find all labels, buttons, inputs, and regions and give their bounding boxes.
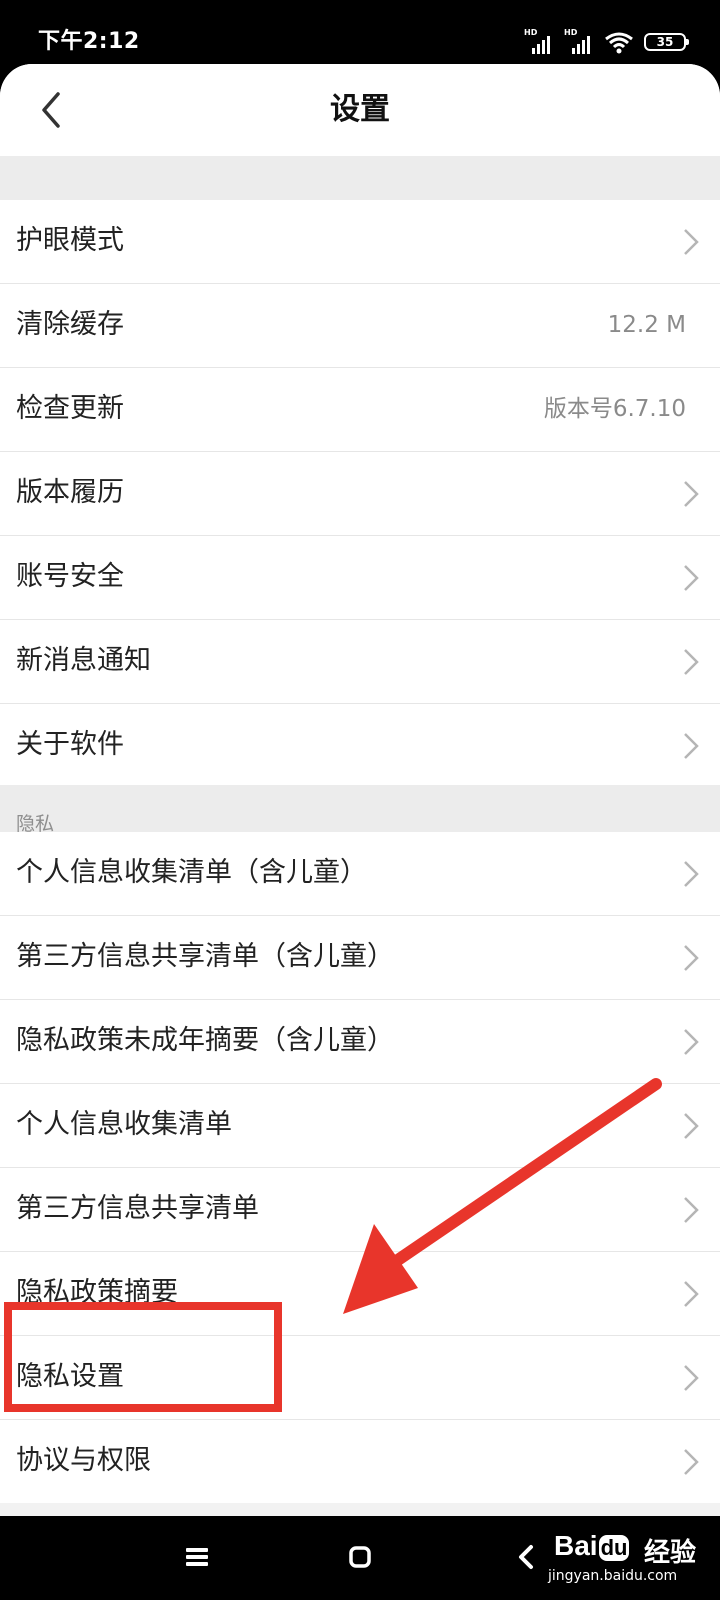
highlight-box: [4, 1302, 282, 1412]
status-bar: 下午2:12 HD HD 35: [0, 0, 720, 64]
wifi-icon: [605, 32, 633, 54]
setting-about[interactable]: 关于软件: [0, 704, 720, 787]
home-icon[interactable]: [349, 1546, 371, 1568]
chevron-right-icon: [684, 1365, 699, 1391]
chevron-right-icon: [684, 1281, 699, 1307]
version-number: 版本号6.7.10: [543, 396, 686, 422]
chevron-right-icon: [684, 565, 699, 591]
setting-check-update[interactable]: 检查更新 版本号6.7.10: [0, 368, 720, 452]
setting-notifications[interactable]: 新消息通知: [0, 620, 720, 704]
chevron-right-icon: [684, 229, 699, 255]
system-nav-bar: Bai du 经验 jingyan.baidu.com: [0, 1516, 720, 1600]
setting-label: 新消息通知: [16, 645, 151, 676]
section-spacer: [0, 156, 720, 200]
signal-icon: HD: [564, 28, 594, 54]
cache-size: 12.2 M: [607, 312, 686, 338]
setting-clear-cache[interactable]: 清除缓存 12.2 M: [0, 284, 720, 368]
setting-label: 账号安全: [16, 561, 124, 592]
watermark-url: jingyan.baidu.com: [548, 1568, 678, 1584]
menu-icon[interactable]: [185, 1546, 209, 1568]
baidu-watermark: Bai du 经验 jingyan.baidu.com: [548, 1530, 718, 1588]
setting-account-security[interactable]: 账号安全: [0, 536, 720, 620]
settings-screen: 设置 护眼模式 清除缓存 12.2 M 检查更新 版本号6.7.10 版本履历 …: [0, 64, 720, 1516]
setting-label: 关于软件: [16, 729, 124, 760]
privacy-item-label: 个人信息收集清单（含儿童）: [16, 857, 367, 888]
privacy-item[interactable]: 协议与权限: [0, 1420, 720, 1503]
page-title: 设置: [330, 92, 390, 127]
setting-label: 检查更新: [16, 393, 124, 424]
privacy-item-label: 隐私政策未成年摘要（含儿童）: [16, 1025, 394, 1056]
watermark-jingyan: 经验: [644, 1538, 697, 1568]
chevron-right-icon: [684, 1113, 699, 1139]
setting-label: 清除缓存: [16, 309, 124, 340]
chevron-right-icon: [684, 861, 699, 887]
privacy-item-label: 第三方信息共享清单: [16, 1193, 259, 1224]
chevron-right-icon: [684, 1029, 699, 1055]
battery-level: 35: [656, 35, 674, 49]
privacy-item-label: 第三方信息共享清单（含儿童）: [16, 941, 394, 972]
setting-label: 版本履历: [16, 477, 124, 508]
privacy-item-label: 个人信息收集清单: [16, 1109, 232, 1140]
privacy-item-label: 协议与权限: [16, 1445, 151, 1476]
setting-label: 护眼模式: [16, 225, 124, 256]
privacy-item[interactable]: 隐私政策未成年摘要（含儿童）: [0, 1000, 720, 1084]
chevron-right-icon: [684, 649, 699, 675]
status-time: 下午2:12: [38, 29, 140, 54]
status-icons: HD HD 35: [524, 28, 689, 56]
chevron-right-icon: [684, 1197, 699, 1223]
chevron-right-icon: [684, 481, 699, 507]
privacy-item[interactable]: 个人信息收集清单（含儿童）: [0, 832, 720, 916]
battery-icon: 35: [644, 33, 689, 51]
watermark-brand: Bai du: [554, 1530, 630, 1561]
chevron-right-icon: [684, 1449, 699, 1475]
nav-back-icon[interactable]: [518, 1544, 534, 1570]
setting-eye-protection[interactable]: 护眼模式: [0, 200, 720, 284]
header: 设置: [0, 64, 720, 156]
privacy-item[interactable]: 第三方信息共享清单（含儿童）: [0, 916, 720, 1000]
chevron-right-icon: [684, 733, 699, 759]
chevron-right-icon: [684, 945, 699, 971]
privacy-item[interactable]: 第三方信息共享清单: [0, 1168, 720, 1252]
signal-icon: HD: [524, 28, 554, 54]
setting-version-history[interactable]: 版本履历: [0, 452, 720, 536]
general-settings-list: 护眼模式 清除缓存 12.2 M 检查更新 版本号6.7.10 版本履历 账号安…: [0, 200, 720, 787]
privacy-item[interactable]: 个人信息收集清单: [0, 1084, 720, 1168]
